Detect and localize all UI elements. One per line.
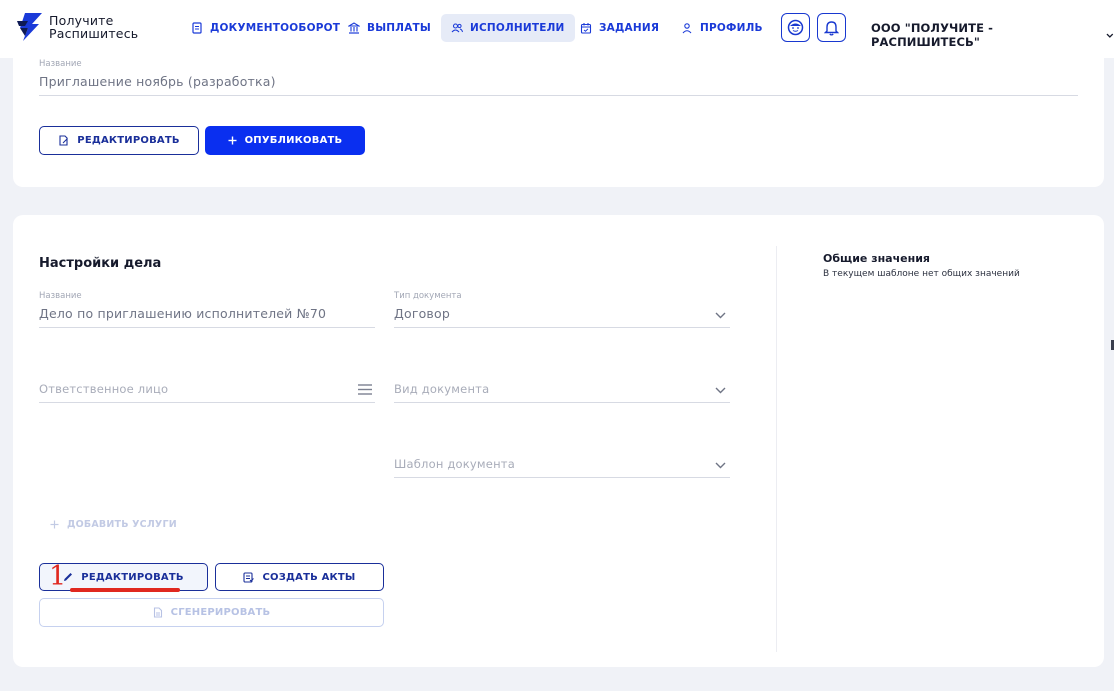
nav-item-profile[interactable]: ПРОФИЛЬ bbox=[671, 14, 773, 42]
notifications-button[interactable] bbox=[817, 13, 846, 42]
organization-selector[interactable]: ООО "ПОЛУЧИТЕ - РАСПИШИТЕСЬ" bbox=[871, 21, 1114, 49]
chevron-down-icon bbox=[1106, 33, 1114, 38]
acts-document-icon bbox=[243, 571, 255, 583]
invitation-card bbox=[13, 46, 1104, 187]
case-name-label: Название bbox=[39, 291, 82, 301]
responsible-person-field[interactable]: Ответственное лицо bbox=[39, 382, 168, 396]
chevron-down-icon[interactable] bbox=[715, 312, 726, 319]
nav-item-tasks[interactable]: ЗАДАНИЯ bbox=[570, 14, 669, 42]
plus-icon bbox=[50, 520, 59, 529]
nav-label: ИСПОЛНИТЕЛИ bbox=[470, 22, 565, 34]
generate-label: СГЕНЕРИРОВАТЬ bbox=[170, 607, 271, 618]
chevron-down-icon[interactable] bbox=[715, 462, 726, 469]
responsible-underline bbox=[39, 402, 375, 403]
edit-document-icon bbox=[59, 135, 69, 146]
doc-kind-underline bbox=[394, 402, 730, 403]
invitation-name-underline bbox=[39, 95, 1078, 96]
annotation-underline bbox=[70, 588, 180, 592]
add-services-label: ДОБАВИТЬ УСЛУГИ bbox=[67, 519, 177, 530]
nav-item-payments[interactable]: ВЫПЛАТЫ bbox=[338, 14, 441, 42]
user-icon bbox=[682, 23, 692, 34]
calendar-icon bbox=[580, 23, 592, 34]
logo-icon[interactable] bbox=[16, 12, 46, 42]
common-values-text: В текущем шаблоне нет общих значений bbox=[823, 269, 1020, 279]
common-values-title: Общие значения bbox=[823, 252, 930, 265]
create-acts-button[interactable]: СОЗДАТЬ АКТЫ bbox=[215, 563, 384, 591]
case-name-underline bbox=[39, 327, 375, 328]
invitation-name-value[interactable]: Приглашение ноябрь (разработка) bbox=[39, 74, 276, 89]
bell-icon bbox=[824, 20, 839, 36]
organization-name: ООО "ПОЛУЧИТЕ - РАСПИШИТЕСЬ" bbox=[871, 21, 994, 49]
invitation-edit-label: РЕДАКТИРОВАТЬ bbox=[77, 135, 180, 146]
document-icon bbox=[192, 22, 202, 34]
doc-kind-field[interactable]: Вид документа bbox=[394, 382, 489, 396]
logo-text-line2: Распишитесь bbox=[49, 25, 139, 41]
support-button[interactable] bbox=[781, 13, 810, 42]
case-name-value[interactable]: Дело по приглашению исполнителей №70 bbox=[39, 306, 326, 321]
doc-template-underline bbox=[394, 477, 730, 478]
nav-item-documents[interactable]: ДОКУМЕНТООБОРОТ bbox=[181, 14, 350, 42]
nav-item-executors[interactable]: ИСПОЛНИТЕЛИ bbox=[441, 14, 575, 42]
publish-button[interactable]: ОПУБЛИКОВАТЬ bbox=[205, 126, 365, 155]
support-face-icon bbox=[787, 19, 804, 36]
invitation-name-label: Название bbox=[39, 59, 82, 69]
publish-label: ОПУБЛИКОВАТЬ bbox=[244, 135, 343, 146]
chevron-down-icon[interactable] bbox=[715, 387, 726, 394]
case-settings-title: Настройки дела bbox=[39, 256, 162, 271]
plus-icon bbox=[228, 136, 237, 145]
bank-icon bbox=[348, 22, 360, 34]
invitation-edit-button[interactable]: РЕДАКТИРОВАТЬ bbox=[39, 126, 199, 155]
create-acts-label: СОЗДАТЬ АКТЫ bbox=[262, 571, 356, 583]
document-icon bbox=[153, 607, 162, 618]
add-services-button[interactable]: ДОБАВИТЬ УСЛУГИ bbox=[50, 519, 177, 530]
menu-icon[interactable] bbox=[358, 384, 372, 395]
users-icon bbox=[451, 23, 463, 33]
nav-label: ПРОФИЛЬ bbox=[700, 22, 763, 34]
doc-type-value[interactable]: Договор bbox=[394, 306, 450, 321]
nav-label: ЗАДАНИЯ bbox=[599, 22, 660, 34]
generate-button[interactable]: СГЕНЕРИРОВАТЬ bbox=[39, 598, 384, 627]
doc-type-label: Тип документа bbox=[394, 291, 462, 301]
nav-label: ВЫПЛАТЫ bbox=[367, 22, 431, 34]
annotation-number: 1 bbox=[49, 561, 67, 592]
vertical-divider bbox=[776, 246, 777, 652]
doc-type-underline bbox=[394, 327, 730, 328]
nav-label: ДОКУМЕНТООБОРОТ bbox=[210, 22, 341, 34]
doc-template-field[interactable]: Шаблон документа bbox=[394, 457, 515, 471]
logo-text[interactable]: Получите Распишитесь bbox=[49, 14, 139, 41]
case-edit-label: РЕДАКТИРОВАТЬ bbox=[81, 571, 184, 583]
